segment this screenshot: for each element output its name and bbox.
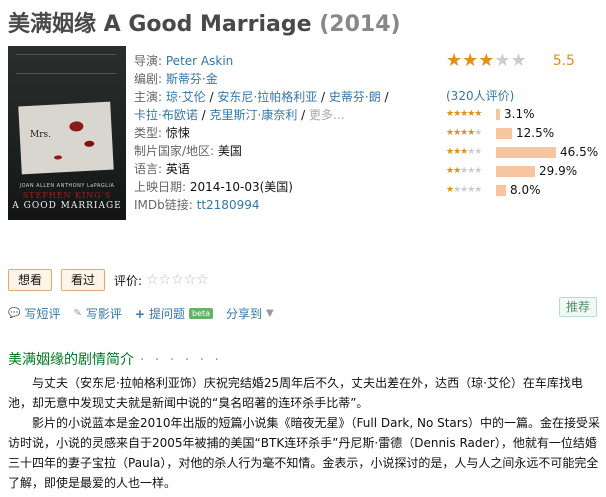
- imdb-link[interactable]: tt2180994: [197, 198, 260, 212]
- rating-bar-percent: 29.9%: [539, 164, 578, 178]
- language-label: 语言:: [134, 162, 163, 176]
- rate-stars-input[interactable]: ☆☆☆☆☆: [146, 272, 209, 288]
- cast-more-link[interactable]: 更多...: [309, 108, 344, 122]
- rating-bar: [496, 165, 535, 177]
- language-row: 语言: 英语: [134, 160, 434, 178]
- watched-button[interactable]: 看过: [61, 269, 106, 291]
- rating-breakdown: ★★★★★ 3.1% ★★★★★ 12.5% ★★★★★ 46.5% ★★★★★ 29.9% ★…: [446, 105, 602, 199]
- director-row: 导演: Peter Askin: [134, 52, 434, 70]
- release-value: 2014-10-03(美国): [189, 180, 293, 194]
- ask-question-link[interactable]: + 提问题 beta: [135, 305, 213, 322]
- genre-value: 惊悚: [165, 126, 190, 140]
- rating-bar: [496, 127, 512, 139]
- summary-heading: 美满姻缘的剧情简介 · · · · · ·: [8, 349, 222, 369]
- movie-title: 美满姻缘 A Good Marriage: [8, 12, 312, 37]
- beta-badge: beta: [188, 308, 213, 319]
- release-label: 上映日期:: [134, 180, 187, 194]
- summary-paragraph: 影片的小说蓝本是金2010年出版的短篇小说集《暗夜无星》（Full Dark, …: [8, 416, 600, 490]
- rating-count-link[interactable]: (320人评价): [446, 89, 514, 103]
- cast-row: 主演: 琼·艾伦 / 安东尼·拉帕格利亚 / 史蒂芬·朗 / 卡拉·布欧诺 / …: [134, 90, 389, 122]
- rating-bar-row: ★★★★★ 8.0%: [446, 181, 602, 199]
- rating-bar-percent: 3.1%: [504, 107, 535, 121]
- rating-bar-percent: 12.5%: [516, 126, 555, 140]
- movie-year: (2014): [319, 12, 401, 37]
- writer-link[interactable]: 斯蒂芬·金: [166, 72, 218, 86]
- summary-paragraph: 与丈夫（安东尼·拉帕格利亚饰）庆祝完结婚25周年后不久，丈夫出差在外，达西（琼·…: [8, 376, 583, 410]
- poster-top-banner: [16, 54, 116, 74]
- write-short-review-label: 写短评: [24, 307, 61, 321]
- country-value: 美国: [217, 144, 242, 158]
- summary-heading-dots: · · · · · ·: [140, 352, 222, 368]
- chat-bubble-icon: 💬: [8, 308, 21, 319]
- movie-poster[interactable]: Mrs. JOAN ALLEN ANTHONY LaPAGLIA STEPHEN…: [8, 46, 126, 220]
- overall-rating: ★★★★★ 5.5: [446, 50, 602, 71]
- release-row: 上映日期: 2014-10-03(美国): [134, 178, 434, 196]
- writer-row: 编剧: 斯蒂芬·金: [134, 70, 434, 88]
- rating-bar: [496, 146, 556, 158]
- want-to-watch-button[interactable]: 想看: [8, 269, 53, 291]
- write-review-label: 写影评: [85, 307, 122, 321]
- country-label: 制片国家/地区:: [134, 144, 215, 158]
- country-row: 制片国家/地区: 美国: [134, 142, 434, 160]
- genre-label: 类型:: [134, 126, 163, 140]
- overall-stars-icon: ★★★★★: [446, 50, 527, 71]
- rating-bar-percent: 46.5%: [560, 145, 599, 159]
- rate-label: 评价:: [114, 273, 143, 288]
- write-review-link[interactable]: ✎ 写影评: [73, 305, 121, 322]
- rating-bar-row: ★★★★★ 46.5%: [446, 143, 602, 161]
- rating-row-stars-icon: ★★★★★: [446, 109, 482, 119]
- chevron-down-icon: ▼: [266, 308, 274, 319]
- director-link[interactable]: Peter Askin: [166, 54, 233, 68]
- rating-bar-row: ★★★★★ 12.5%: [446, 124, 602, 142]
- cast-link[interactable]: 史蒂芬·朗: [329, 90, 381, 104]
- cast-link[interactable]: 安东尼·拉帕格利亚: [217, 90, 317, 104]
- rating-panel: ★★★★★ 5.5 (320人评价) ★★★★★ 3.1% ★★★★★ 12.5% ★★…: [446, 50, 602, 199]
- cast-link[interactable]: 琼·艾伦: [166, 90, 206, 104]
- share-dropdown[interactable]: 分享到 ▼: [226, 305, 274, 322]
- rating-row-stars-icon: ★★★★★: [446, 147, 482, 157]
- writer-label: 编剧:: [134, 72, 163, 86]
- summary-heading-text: 美满姻缘的剧情简介: [8, 352, 134, 368]
- summary-body: 与丈夫（安东尼·拉帕格利亚饰）庆祝完结婚25周年后不久，丈夫出差在外，达西（琼·…: [8, 373, 600, 493]
- imdb-row: IMDb链接: tt2180994: [134, 196, 434, 214]
- genre-row: 类型: 惊悚: [134, 124, 434, 142]
- poster-actors: JOAN ALLEN ANTHONY LaPAGLIA: [19, 183, 115, 189]
- rating-bar-row: ★★★★★ 29.9%: [446, 162, 602, 180]
- plus-icon: +: [134, 306, 145, 321]
- rating-row-stars-icon: ★★★★★: [446, 128, 482, 138]
- write-short-review-link[interactable]: 💬 写短评: [8, 305, 60, 322]
- rating-score: 5.5: [552, 52, 575, 69]
- page-title: 美满姻缘 A Good Marriage (2014): [8, 6, 401, 38]
- rating-count-row: (320人评价): [446, 87, 602, 104]
- rating-bar: [496, 184, 506, 196]
- rating-row-stars-icon: ★★★★★: [446, 166, 482, 176]
- poster-stephen-king: STEPHEN KING'S: [22, 191, 112, 200]
- director-label: 导演:: [134, 54, 163, 68]
- rating-row-stars-icon: ★★★★★: [446, 185, 482, 195]
- pencil-icon: ✎: [73, 308, 82, 319]
- recommend-button[interactable]: 推荐: [559, 297, 598, 317]
- cast-link[interactable]: 克里斯汀·康奈利: [210, 108, 298, 122]
- action-bar: 想看 看过 评价: ☆☆☆☆☆: [8, 269, 209, 291]
- cast-label: 主演:: [134, 90, 163, 104]
- language-value: 英语: [165, 162, 190, 176]
- poster-title: A GOOD MARRIAGE: [12, 201, 122, 211]
- rating-bar-row: ★★★★★ 3.1%: [446, 105, 602, 123]
- movie-info: 导演: Peter Askin 编剧: 斯蒂芬·金 主演: 琼·艾伦 / 安东尼…: [134, 52, 434, 214]
- cast-link[interactable]: 卡拉·布欧诺: [134, 108, 198, 122]
- rating-bar: [496, 108, 500, 120]
- imdb-label: IMDb链接:: [134, 198, 193, 212]
- ask-question-label: 提问题: [148, 307, 185, 321]
- rating-bar-percent: 8.0%: [510, 183, 541, 197]
- share-label: 分享到: [226, 307, 263, 321]
- operations-bar: 💬 写短评 ✎ 写影评 + 提问题 beta 分享到 ▼: [8, 305, 287, 322]
- poster-mrs-text: Mrs.: [30, 130, 51, 140]
